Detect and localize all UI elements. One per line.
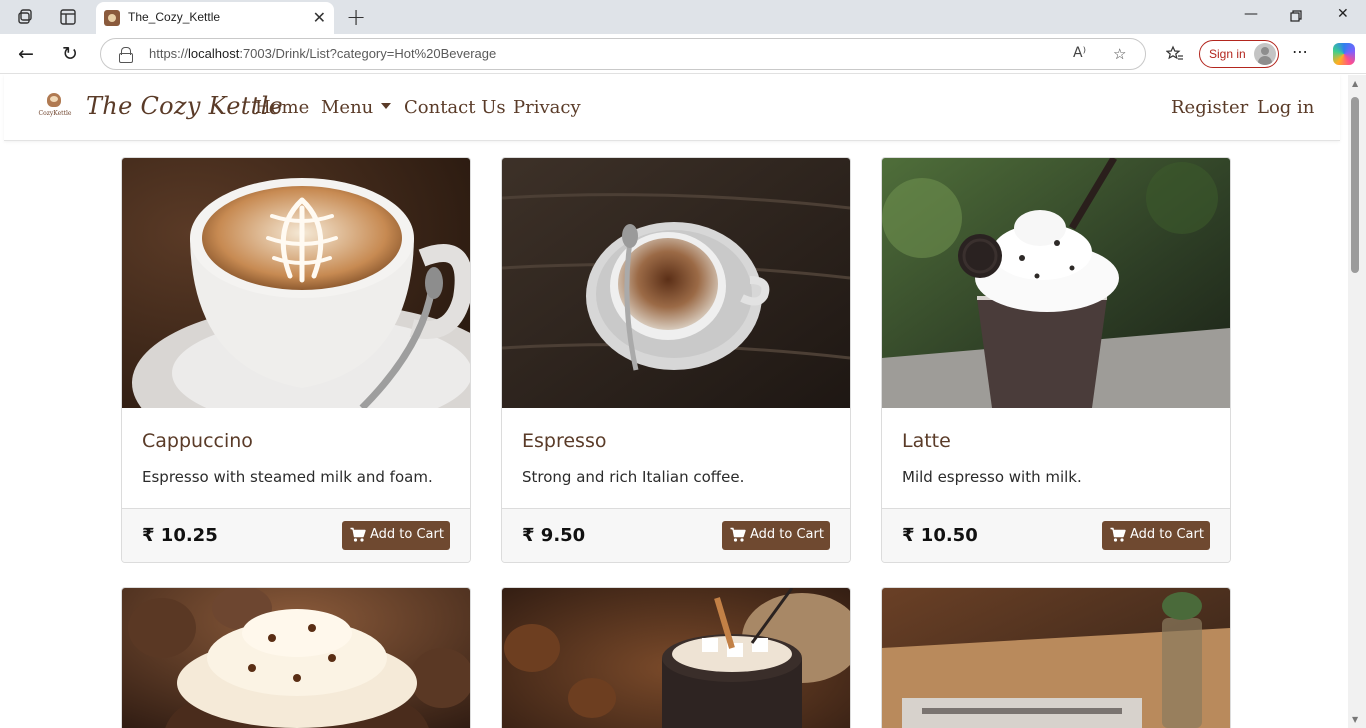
hot-cocoa-marshmallow-image	[502, 588, 850, 728]
product-card: Espresso Strong and rich Italian coffee.…	[501, 157, 851, 563]
read-aloud-icon[interactable]: A⁾	[1073, 45, 1086, 61]
copilot-icon[interactable]	[1333, 43, 1355, 65]
hot-chocolate-cream-image	[122, 588, 470, 728]
favorites-icon[interactable]	[1166, 45, 1184, 63]
lock-icon[interactable]	[119, 47, 133, 63]
back-icon[interactable]: ←	[18, 43, 34, 65]
espresso-image	[502, 158, 850, 408]
card-footer: ₹ 9.50 Add to Cart	[502, 508, 850, 562]
more-options-icon[interactable]: ⋯	[1292, 42, 1309, 61]
scroll-down-icon[interactable]: ▼	[1352, 715, 1358, 724]
page-viewport: CozyKettle The Cozy Kettle Home Menu Con…	[0, 75, 1348, 728]
product-card	[121, 587, 471, 728]
product-card	[501, 587, 851, 728]
favorite-star-icon[interactable]: ☆	[1113, 45, 1126, 63]
add-to-cart-button[interactable]: Add to Cart	[1102, 521, 1210, 550]
address-bar[interactable]: https://localhost:7003/Drink/List?catego…	[100, 38, 1146, 70]
nav-menu-dropdown[interactable]: Menu	[321, 97, 392, 118]
cart-icon	[350, 527, 366, 542]
card-footer: ₹ 10.25 Add to Cart	[122, 508, 470, 562]
latte-image	[882, 158, 1230, 408]
product-description: Espresso with steamed milk and foam.	[142, 468, 433, 486]
brand-name[interactable]: The Cozy Kettle	[86, 92, 283, 120]
minimize-icon[interactable]: —	[1244, 6, 1258, 22]
restore-icon[interactable]	[1290, 10, 1302, 22]
nav-home[interactable]: Home	[255, 97, 309, 118]
product-name[interactable]: Cappuccino	[142, 430, 253, 452]
add-to-cart-button[interactable]: Add to Cart	[342, 521, 450, 550]
nav-login[interactable]: Log in	[1257, 97, 1314, 118]
card-footer: ₹ 10.50 Add to Cart	[882, 508, 1230, 562]
product-price: ₹ 9.50	[522, 525, 586, 546]
product-card: Cappuccino Espresso with steamed milk an…	[121, 157, 471, 563]
product-price: ₹ 10.25	[142, 525, 218, 546]
tab-favicon-icon	[104, 10, 120, 26]
add-to-cart-button[interactable]: Add to Cart	[722, 521, 830, 550]
refresh-icon[interactable]: ↻	[62, 43, 78, 65]
caret-down-icon	[381, 103, 392, 109]
cappuccino-image	[122, 158, 470, 408]
product-name[interactable]: Latte	[902, 430, 951, 452]
close-tab-icon[interactable]: ✕	[313, 8, 326, 27]
active-tab[interactable]: The_Cozy_Kettle ✕	[96, 2, 334, 34]
url-text: https://localhost:7003/Drink/List?catego…	[149, 46, 497, 61]
nav-register[interactable]: Register	[1171, 97, 1248, 118]
kettle-logo-icon	[47, 93, 61, 107]
workspaces-icon[interactable]	[16, 7, 36, 27]
scroll-thumb[interactable]	[1351, 97, 1359, 273]
avatar	[1254, 43, 1276, 65]
new-tab-icon[interactable]: +	[346, 3, 366, 31]
tab-title: The_Cozy_Kettle	[128, 10, 221, 24]
product-price: ₹ 10.50	[902, 525, 978, 546]
product-card	[881, 587, 1231, 728]
cart-icon	[1110, 527, 1126, 542]
close-window-icon[interactable]: ✕	[1337, 6, 1349, 22]
nav-privacy[interactable]: Privacy	[513, 97, 581, 118]
browser-tab-bar: The_Cozy_Kettle ✕ + — ✕	[0, 0, 1366, 34]
product-description: Strong and rich Italian coffee.	[522, 468, 745, 486]
scroll-up-icon[interactable]: ▲	[1352, 79, 1358, 88]
cart-icon	[730, 527, 746, 542]
drink-image	[882, 588, 1230, 728]
sign-in-button[interactable]: Sign in	[1199, 40, 1279, 68]
vertical-tabs-icon[interactable]	[58, 7, 78, 27]
page-scrollbar[interactable]: ▲ ▼	[1348, 75, 1366, 728]
product-card: Latte Mild espresso with milk. ₹ 10.50 A…	[881, 157, 1231, 563]
browser-toolbar: ← ↻ https://localhost:7003/Drink/List?ca…	[0, 34, 1366, 74]
product-name[interactable]: Espresso	[522, 430, 606, 452]
nav-contact[interactable]: Contact Us	[404, 97, 506, 118]
site-navbar: CozyKettle The Cozy Kettle Home Menu Con…	[4, 75, 1340, 141]
product-description: Mild espresso with milk.	[902, 468, 1082, 486]
logo[interactable]: CozyKettle	[38, 91, 72, 121]
